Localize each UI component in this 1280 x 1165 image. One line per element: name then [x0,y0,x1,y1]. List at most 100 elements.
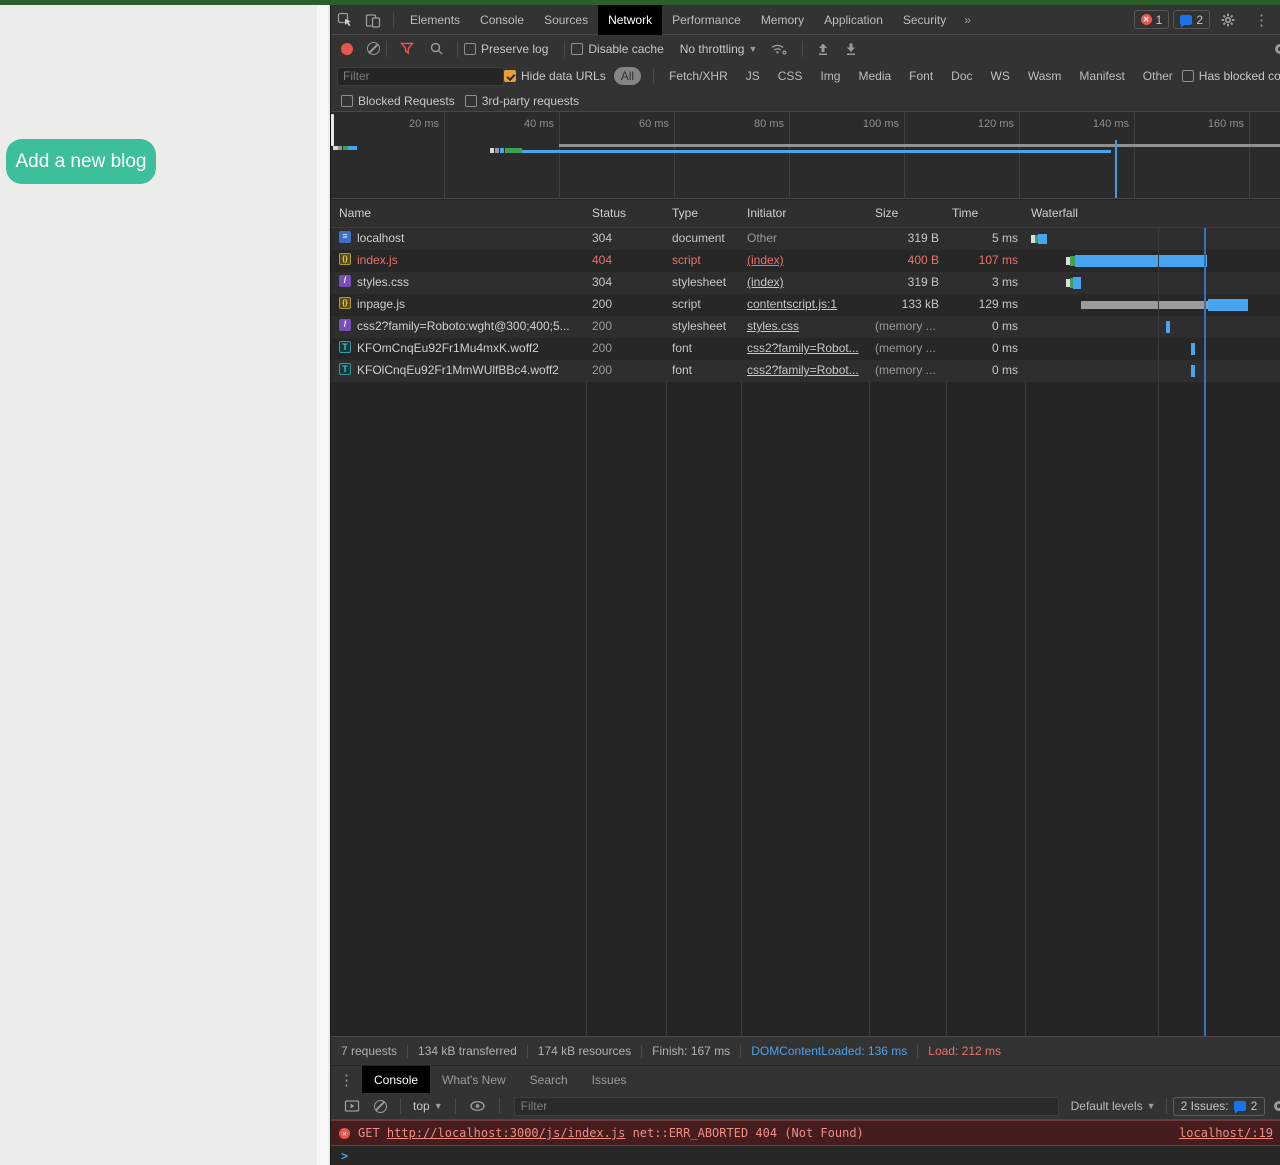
table-row[interactable]: T KFOmCnqEu92Fr1Mu4mxK.woff2 200 font cs… [331,338,1280,360]
request-initiator-link[interactable]: css2?family=Robot... [747,341,865,355]
drawer-tab-issues[interactable]: Issues [580,1066,639,1094]
column-header-initiator[interactable]: Initiator [747,206,786,220]
table-row[interactable]: {} inpage.js 200 script contentscript.js… [331,294,1280,316]
preserve-log-label[interactable]: Preserve log [481,42,548,56]
filter-type-js[interactable]: JS [737,69,769,83]
log-levels-value: Default levels [1070,1099,1143,1113]
issues-badge[interactable]: 2 [1173,10,1210,29]
filter-funnel-icon[interactable] [400,42,415,56]
request-initiator-link[interactable]: css2?family=Robot... [747,363,865,377]
inspect-element-icon[interactable] [331,8,359,32]
column-header-type[interactable]: Type [672,206,698,220]
drawer-tab-console[interactable]: Console [362,1065,431,1094]
network-filter-row: Hide data URLs All Fetch/XHR JS CSS Img … [331,62,1280,90]
tab-console[interactable]: Console [470,5,534,35]
table-row[interactable]: T KFOlCnqEu92Fr1MmWUlfBBc4.woff2 200 fon… [331,360,1280,382]
live-expression-eye-icon[interactable] [469,1099,486,1113]
import-har-icon[interactable] [816,42,830,56]
device-toolbar-icon[interactable] [359,8,387,32]
console-error-message[interactable]: ✕ GET http://localhost:3000/js/index.js … [331,1120,1280,1146]
preserve-log-checkbox[interactable] [464,42,476,55]
column-header-waterfall[interactable]: Waterfall [1031,206,1078,220]
filter-type-all[interactable]: All [613,67,642,85]
add-blog-button[interactable]: Add a new blog [6,139,156,184]
disable-cache-checkbox[interactable] [571,42,584,55]
issues-button[interactable]: 2 Issues: 2 [1172,1096,1266,1116]
tab-performance[interactable]: Performance [662,5,751,35]
error-badge[interactable]: ✕ 1 [1133,10,1170,29]
more-tabs-icon[interactable]: » [956,13,979,27]
network-conditions-icon[interactable] [770,41,789,56]
filter-type-ws[interactable]: WS [982,69,1019,83]
filter-type-img[interactable]: Img [811,69,849,83]
record-network-log-icon[interactable] [341,42,353,55]
has-blocked-cookies-checkbox[interactable] [1181,70,1194,82]
filter-type-wasm[interactable]: Wasm [1019,69,1071,83]
search-icon[interactable] [429,41,444,56]
filter-type-manifest[interactable]: Manifest [1070,69,1133,83]
hide-data-urls-label[interactable]: Hide data URLs [521,69,606,83]
clear-network-log-icon[interactable] [367,42,380,55]
disable-cache-label[interactable]: Disable cache [588,42,663,56]
export-har-icon[interactable] [844,42,858,56]
filter-type-doc[interactable]: Doc [942,69,981,83]
request-initiator-link[interactable]: (index) [747,253,865,267]
waterfall-bar [1025,228,1280,250]
table-row[interactable]: {} index.js 404 script (index) 400 B 107… [331,250,1280,272]
has-blocked-cookies-label[interactable]: Has blocked cookies [1199,69,1280,83]
log-levels-select[interactable]: Default levels ▼ [1071,1099,1156,1113]
filter-type-font[interactable]: Font [900,69,942,83]
error-icon: ✕ [1140,14,1152,25]
table-row[interactable]: / styles.css 304 stylesheet (index) 319 … [331,272,1280,294]
ruler-tick: 100 ms [862,118,899,130]
tab-network[interactable]: Network [598,4,663,35]
ruler-tick: 120 ms [977,118,1014,130]
console-sidebar-icon[interactable] [344,1098,360,1114]
settings-gear-icon[interactable] [1214,8,1242,32]
devtools-tabbar: Elements Console Sources Network Perform… [331,4,1280,35]
table-header: Name Status Type Initiator Size Time Wat… [331,200,1280,228]
error-source-link[interactable]: localhost/:19 [1179,1126,1273,1140]
drawer-tab-search[interactable]: Search [518,1066,580,1094]
filter-type-css[interactable]: CSS [769,69,812,83]
drawer-tab-whats-new[interactable]: What's New [430,1066,518,1094]
column-header-size[interactable]: Size [875,206,898,220]
tab-application[interactable]: Application [814,5,893,35]
table-row[interactable]: ≡ localhost 304 document Other 319 B 5 m… [331,228,1280,250]
filter-type-media[interactable]: Media [849,69,900,83]
request-initiator-link[interactable]: contentscript.js:1 [747,297,865,311]
third-party-requests-checkbox[interactable] [464,94,477,107]
throttling-select[interactable]: No throttling ▼ [680,42,758,56]
request-size: (memory ... [875,363,936,377]
filter-type-fetch-xhr[interactable]: Fetch/XHR [660,69,737,83]
third-party-requests-label[interactable]: 3rd-party requests [482,94,579,108]
devtools-menu-icon[interactable]: ⋮ [1246,11,1277,29]
console-filter-input[interactable] [513,1096,1059,1116]
page-scrollbar[interactable] [317,5,328,1165]
request-initiator-link[interactable]: styles.css [747,319,865,333]
network-overview-timeline[interactable]: 20 ms 40 ms 60 ms 80 ms 100 ms 120 ms 14… [331,112,1280,199]
drawer-menu-icon[interactable]: ⋮ [331,1071,362,1089]
tab-security[interactable]: Security [893,5,956,35]
request-initiator-link[interactable]: (index) [747,275,865,289]
tab-sources[interactable]: Sources [534,5,598,35]
clear-console-icon[interactable] [374,1099,387,1113]
tab-memory[interactable]: Memory [751,5,814,35]
column-header-status[interactable]: Status [592,206,626,220]
filter-type-other[interactable]: Other [1134,69,1182,83]
column-header-name[interactable]: Name [339,206,371,220]
request-type: script [672,253,701,267]
hide-data-urls-checkbox[interactable] [504,70,516,82]
tab-elements[interactable]: Elements [400,5,470,35]
blocked-requests-checkbox[interactable] [341,94,353,107]
execution-context-select[interactable]: top ▼ [413,1099,443,1113]
clipped-gear-icon[interactable] [1272,41,1280,57]
column-header-time[interactable]: Time [952,206,978,220]
blocked-requests-label[interactable]: Blocked Requests [358,94,455,108]
console-prompt[interactable]: > [331,1146,1280,1165]
request-time: 0 ms [991,363,1018,377]
network-filter-input[interactable] [337,66,504,86]
error-url-link[interactable]: http://localhost:3000/js/index.js [387,1126,625,1140]
table-row[interactable]: / css2?family=Roboto:wght@300;400;5... 2… [331,316,1280,338]
clipped-gear-icon[interactable] [1271,1098,1280,1114]
